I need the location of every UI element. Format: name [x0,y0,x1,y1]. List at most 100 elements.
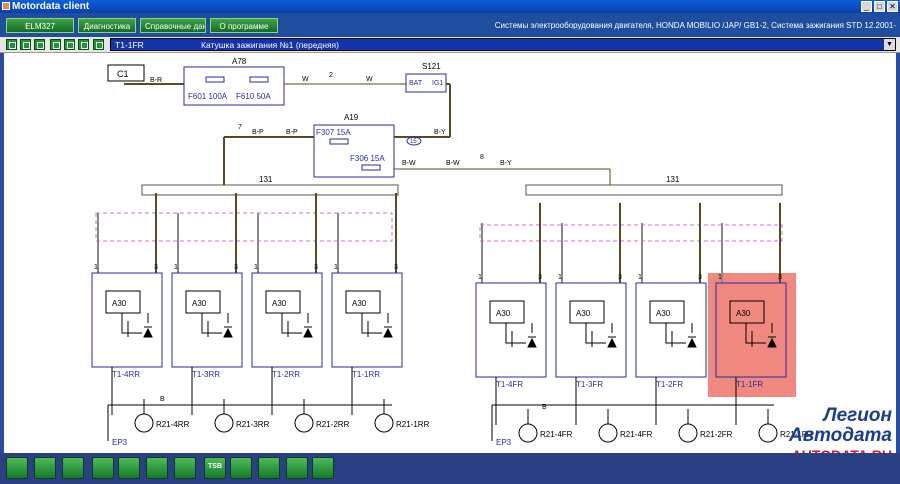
resistor-symbol [518,423,538,443]
shield-dashed-front [479,224,783,242]
wire-label-bp2: B-P [286,129,298,136]
zoom-icon[interactable] [34,39,45,50]
car-icon[interactable] [230,457,252,479]
igniter-label: A30 [112,299,127,308]
pin-3: 3 [234,264,238,271]
connector-8: 8 [480,154,484,161]
diagram-code: T1-1FR [115,40,144,50]
resistor-label: R21-1RR [396,420,430,429]
pen-icon[interactable] [78,39,89,50]
c1-label: C1 [117,69,129,79]
coil-group-rear: A30 1 3 T1-4RR R21-4RR A30 1 3 T1-3RR R21-3RR A30 1… [91,193,430,433]
f306-label: F306 15A [350,154,385,163]
ignition-coil-module [331,272,403,368]
wire-label-b-rear: B [160,396,165,403]
title-bar: Motordata client _ □ ✕ [0,0,900,13]
schematic-icon[interactable] [118,457,140,479]
coil-label: T1-4RR [112,370,140,379]
print-icon[interactable] [20,39,31,50]
table-icon[interactable] [286,457,308,479]
connector-7: 7 [238,124,242,131]
wiring-diagram-canvas: C1 B-R A78 F601 100A F610 50A W W 2 S121… [0,53,900,453]
coil-label: T1-3RR [192,370,220,379]
wire-label-by: B-Y [434,129,446,136]
bus-bar-front [525,184,783,196]
ignition-coil-module [555,282,627,378]
menu-reference-data[interactable]: Справочные данные [140,18,206,33]
bus-bar-rear [141,184,399,196]
pointer-icon[interactable] [93,39,104,50]
resistor-symbol [294,413,314,433]
connector-2: 2 [329,72,333,79]
toolbar: T1-1FR Катушка зажигания №1 (передняя) ▼ [0,37,900,53]
a78-label: A78 [232,57,247,66]
resistor-label: R21-3RR [236,420,270,429]
menu-elm327[interactable]: ELM327 [6,18,74,33]
app-icon [2,2,10,10]
edit-icon[interactable] [64,39,75,50]
coil-label: T1-3FR [576,380,603,389]
ig1-label: IG1 [432,80,443,87]
back-icon[interactable] [6,457,28,479]
igniter-label: A30 [352,299,367,308]
maximize-button[interactable]: □ [874,1,885,12]
component-icon[interactable] [92,457,114,479]
f601-label: F601 100A [188,92,228,101]
wire-label-bw2: B-W [446,160,460,167]
parameters-icon[interactable] [146,457,168,479]
wire-label-br: B-R [150,77,162,84]
ignition-coil-module [635,282,707,378]
diagram-select[interactable]: T1-1FR Катушка зажигания №1 (передняя) ▼ [110,38,896,51]
resistor-symbol [598,423,618,443]
pin-3: 3 [394,264,398,271]
minimize-button[interactable]: _ [861,1,872,12]
resistor-symbol [134,413,154,433]
igniter-label: A30 [576,309,591,318]
home-icon[interactable] [6,39,17,50]
save-icon[interactable] [50,39,61,50]
wiring-diagram: C1 B-R A78 F601 100A F610 50A W W 2 S121… [91,57,813,447]
wire-label-w2: W [366,76,373,83]
bottom-toolbar: TSB [0,453,900,484]
close-button[interactable]: ✕ [887,1,898,12]
pin-1: 1 [254,264,258,271]
shield-dashed-rear [95,212,393,242]
forward-icon[interactable] [312,457,334,479]
globe-icon[interactable] [34,457,56,479]
chevron-down-icon[interactable]: ▼ [884,39,895,50]
wire-label-bp1: B-P [252,129,264,136]
tsb-label: TSB [208,463,222,470]
vehicle-info: Системы электрооборудования двигателя, H… [494,21,896,30]
diagnostic-icon[interactable] [258,457,280,479]
pin-1: 1 [334,264,338,271]
resistor-symbol [678,423,698,443]
watermark-line1: Легион [823,405,892,426]
fuse-f307 [329,138,349,145]
menu-diagnostics[interactable]: Диагностика [78,18,136,33]
coil-label: T1-1RR [352,370,380,379]
wire-label-bw1: B-W [402,160,416,167]
fuse-f610 [249,76,269,83]
a19-label: A19 [344,113,359,122]
resistor-symbol [374,413,394,433]
pin-1: 1 [558,274,562,281]
tools-icon[interactable] [174,457,196,479]
igniter-label: A30 [656,309,671,318]
menu-about[interactable]: О программе [210,18,278,33]
wire-label-by2: B-Y [500,160,512,167]
ep3-label-front: EP3 [496,438,512,447]
ep3-label-rear: EP3 [112,438,128,447]
pin-3: 3 [778,274,782,281]
bat-label: BAT [409,80,423,87]
f307-label: F307 15A [316,128,351,137]
bus-label-right: 131 [666,175,680,184]
gauge-icon[interactable] [62,457,84,479]
s121-label: S121 [422,62,441,71]
pin-3: 3 [698,274,702,281]
wire-label-b-front: B [542,404,547,411]
pin-1: 1 [478,274,482,281]
pin-3: 3 [618,274,622,281]
igniter-label: A30 [192,299,207,308]
window-title: Motordata client [12,1,90,12]
tsb-icon[interactable]: TSB [204,457,226,479]
